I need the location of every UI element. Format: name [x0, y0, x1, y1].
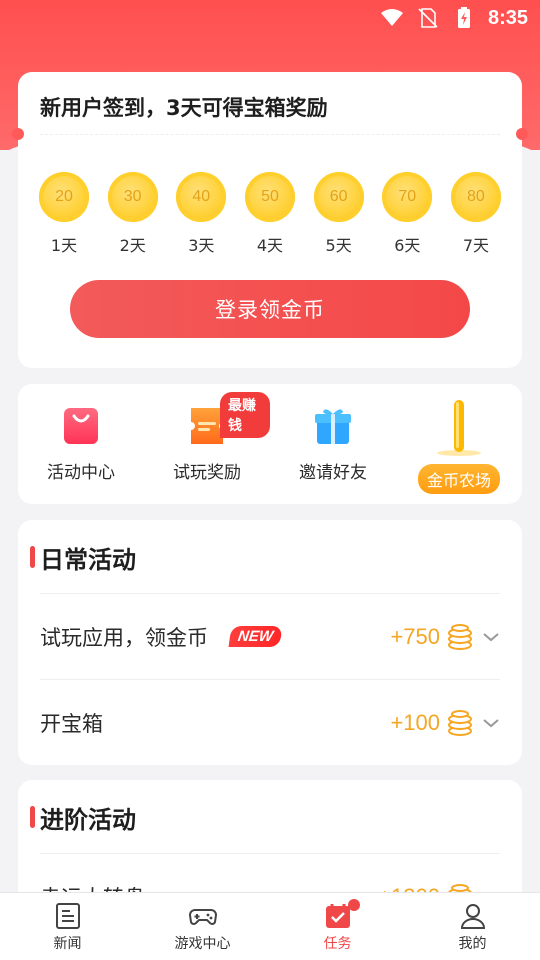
- chevron-down-icon[interactable]: [482, 714, 500, 732]
- coin-icon: 20: [39, 172, 89, 222]
- wifi-icon: [380, 9, 403, 26]
- reward-amount: +750: [390, 623, 440, 649]
- divider: [40, 134, 500, 135]
- tab-tasks[interactable]: 任务: [270, 893, 405, 960]
- daily-activities-card: 日常活动 试玩应用，领金币 NEW +750 开宝箱 +100: [18, 520, 522, 765]
- gold-farm-label: 金币农场: [417, 464, 500, 494]
- tab-news[interactable]: 新闻: [0, 893, 135, 960]
- news-icon: [55, 902, 80, 929]
- day-label: 7天: [462, 236, 490, 255]
- shortcut-label: 活动中心: [47, 463, 115, 483]
- tab-label: 我的: [458, 935, 487, 952]
- signin-card: 新用户签到，3天可得宝箱奖励 20 1天 30 2天 40 3天 50 4天 60 5天 …: [12, 72, 528, 368]
- hot-badge: 最赚钱: [220, 392, 270, 438]
- coin-stack-icon: [448, 623, 472, 650]
- section-accent-bar: [30, 546, 35, 568]
- card-notch-left: [12, 128, 24, 140]
- day-label: 1天: [50, 236, 78, 255]
- gift-icon: [315, 409, 351, 444]
- coin-amount: 20: [55, 188, 73, 205]
- shortcuts-card: 活动中心 最赚钱 试玩奖励 邀请好友 金币农场: [18, 384, 522, 504]
- shortcut-gold-farm[interactable]: 金币农场: [396, 384, 522, 504]
- coin-amount: 70: [398, 188, 417, 205]
- coin-icon: 60: [313, 172, 364, 222]
- coin-amount: 60: [329, 188, 348, 205]
- chevron-down-icon[interactable]: [482, 628, 500, 646]
- status-bar: 8:35: [0, 0, 540, 36]
- day-label: 5天: [325, 236, 352, 255]
- coin-icon: 30: [107, 172, 158, 222]
- coin-icon: 80: [450, 172, 501, 222]
- day-label: 6天: [394, 236, 421, 255]
- gamepad-icon: [188, 908, 217, 925]
- coin-icon: 50: [244, 172, 295, 222]
- coin-amount: 40: [192, 188, 211, 205]
- signin-day: 70 6天: [381, 172, 433, 256]
- signin-day: 20 1天: [38, 172, 90, 256]
- task-row-trial-apps[interactable]: 试玩应用，领金币 NEW +750: [40, 593, 500, 679]
- section-accent-bar: [30, 806, 35, 828]
- new-badge: NEW: [228, 626, 283, 647]
- day-label: 4天: [256, 236, 284, 255]
- tab-label: 新闻: [53, 935, 82, 952]
- tab-game-center[interactable]: 游戏中心: [135, 893, 270, 960]
- coin-amount: 80: [467, 188, 485, 205]
- shortcut-label: 邀请好友: [299, 463, 367, 483]
- signin-days: 20 1天 30 2天 40 3天 50 4天 60 5天 70 6天 80 7天: [38, 172, 502, 256]
- battery-charging-icon: [457, 7, 470, 28]
- notification-dot: [348, 899, 360, 911]
- reward-amount: +100: [390, 709, 440, 735]
- shortcuts-row: 活动中心 最赚钱 试玩奖励 邀请好友 金币农场: [18, 384, 522, 504]
- profile-icon: [460, 903, 485, 929]
- bottom-tab-bar: 新闻 游戏中心 任务 我的: [0, 892, 540, 960]
- signin-title: 新用户签到，3天可得宝箱奖励: [40, 96, 328, 120]
- tab-label: 游戏中心: [174, 935, 231, 952]
- section-title: 进阶活动: [40, 806, 136, 834]
- task-title: 开宝箱: [40, 711, 103, 736]
- signin-day: 40 3天: [175, 172, 227, 256]
- gold-bar-icon: [437, 400, 481, 456]
- card-notch-right: [516, 128, 528, 140]
- tab-profile[interactable]: 我的: [405, 893, 540, 960]
- status-time: 8:35: [487, 6, 528, 29]
- task-reward: +750: [390, 623, 474, 651]
- coin-icon: 70: [382, 172, 433, 222]
- shortcut-invite-friends[interactable]: 邀请好友: [270, 384, 396, 504]
- tab-label: 任务: [323, 935, 352, 952]
- day-label: 2天: [119, 236, 146, 255]
- shortcut-label: 试玩奖励: [173, 463, 241, 483]
- coin-icon: 40: [176, 172, 227, 222]
- shortcut-trial-reward[interactable]: 最赚钱 试玩奖励: [144, 384, 270, 504]
- coin-amount: 30: [123, 188, 142, 205]
- task-row-open-chest[interactable]: 开宝箱 +100: [40, 679, 500, 765]
- task-reward: +100: [390, 709, 474, 737]
- signin-day: 80 7天: [450, 172, 502, 256]
- coin-stack-icon: [448, 709, 472, 736]
- coin-amount: 50: [261, 188, 279, 205]
- no-sim-icon: [418, 8, 438, 28]
- login-claim-coins-button[interactable]: 登录领金币: [70, 280, 470, 338]
- task-title: 试玩应用，领金币: [40, 625, 208, 650]
- shortcut-activity-center[interactable]: 活动中心: [18, 384, 144, 504]
- signin-day: 60 5天: [313, 172, 365, 256]
- shopping-bag-icon: [64, 408, 98, 444]
- signin-day: 50 4天: [244, 172, 296, 256]
- section-title: 日常活动: [40, 546, 136, 574]
- signin-day: 30 2天: [107, 172, 159, 256]
- day-label: 3天: [188, 236, 215, 255]
